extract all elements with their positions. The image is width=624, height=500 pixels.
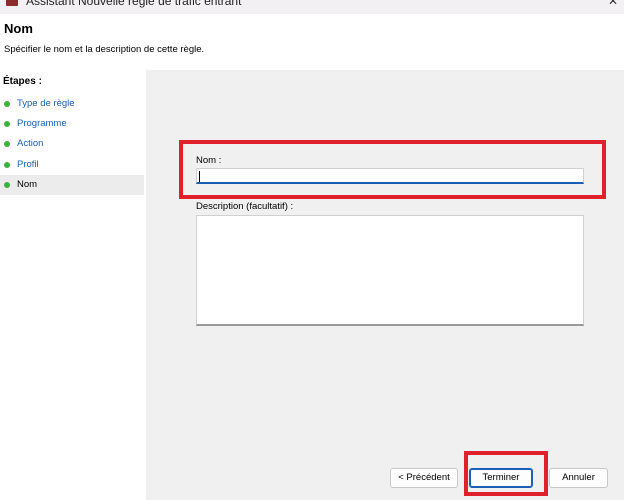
step-label: Profil: [17, 159, 39, 170]
previous-button[interactable]: < Précédent: [390, 468, 458, 488]
text-caret: [199, 171, 200, 182]
name-label: Nom :: [196, 155, 222, 166]
step-label: Type de règle: [17, 98, 75, 109]
window-title: Assistant Nouvelle règle de trafic entra…: [26, 0, 242, 8]
step-complete-icon: [4, 121, 10, 127]
step-complete-icon: [4, 101, 10, 107]
step-complete-icon: [4, 162, 10, 168]
step-label: Programme: [17, 118, 67, 129]
cancel-button[interactable]: Annuler: [549, 468, 608, 488]
description-label: Description (facultatif) :: [196, 201, 294, 212]
step-current-icon: [4, 182, 10, 188]
content-pane: Nom : Description (facultatif) : < Précé…: [146, 70, 624, 500]
steps-title: Étapes :: [3, 76, 42, 87]
wizard-window: Assistant Nouvelle règle de trafic entra…: [0, 0, 624, 500]
step-complete-icon: [4, 141, 10, 147]
steps-pane: Étapes : Type de règle Programme Action …: [0, 70, 146, 500]
step-item-profil[interactable]: Profil: [0, 155, 144, 175]
name-input[interactable]: [196, 168, 584, 184]
title-bar: Assistant Nouvelle règle de trafic entra…: [0, 0, 624, 14]
step-label: Action: [17, 138, 44, 149]
step-item-programme[interactable]: Programme: [0, 114, 144, 134]
page-title: Nom: [4, 21, 33, 36]
step-item-action[interactable]: Action: [0, 134, 144, 154]
close-icon[interactable]: ✕: [608, 0, 618, 8]
firewall-app-icon: [6, 0, 18, 6]
wizard-header: Nom Spécifier le nom et la description d…: [0, 14, 624, 70]
step-label: Nom: [17, 179, 38, 190]
step-item-type-de-regle[interactable]: Type de règle: [0, 94, 144, 114]
description-textarea[interactable]: [196, 215, 584, 326]
page-subtitle: Spécifier le nom et la description de ce…: [4, 44, 205, 55]
step-item-nom[interactable]: Nom: [0, 175, 144, 195]
finish-button[interactable]: Terminer: [469, 468, 533, 488]
